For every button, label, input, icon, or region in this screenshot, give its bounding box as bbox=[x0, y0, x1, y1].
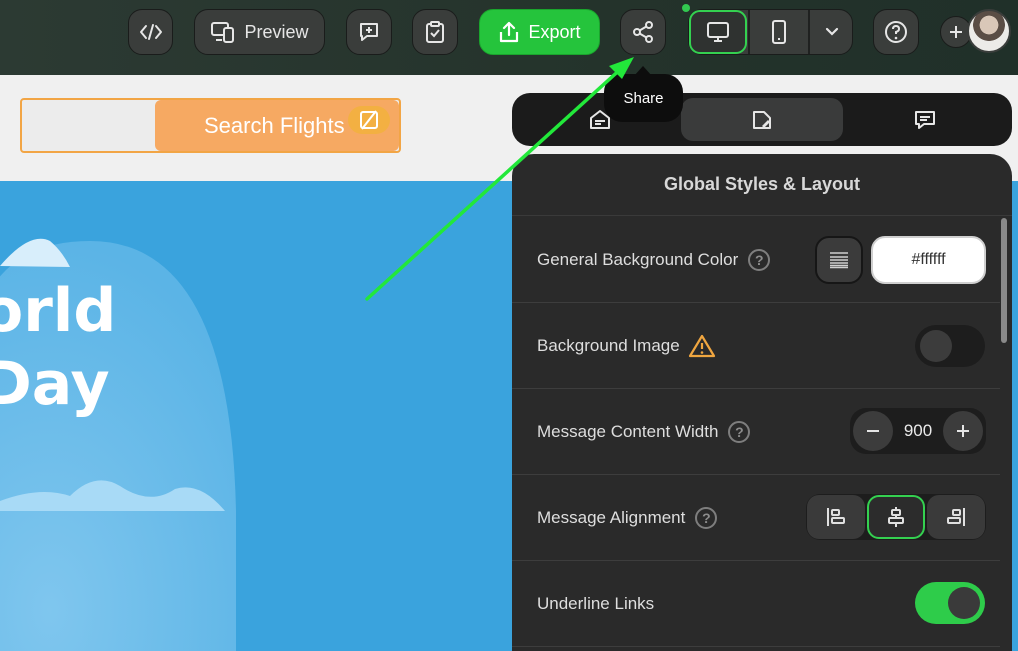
minus-icon bbox=[867, 430, 879, 432]
panel-title: Global Styles & Layout bbox=[512, 154, 1012, 216]
tab-comments[interactable] bbox=[843, 98, 1007, 141]
chevron-down-icon bbox=[825, 27, 839, 36]
export-icon bbox=[500, 21, 519, 43]
help-icon[interactable]: ? bbox=[748, 249, 771, 271]
align-right-icon bbox=[947, 508, 965, 526]
top-toolbar: Preview Export bbox=[0, 0, 1018, 75]
preview-label: Preview bbox=[244, 21, 309, 42]
add-comment-button[interactable] bbox=[346, 9, 392, 55]
align-left-button[interactable] bbox=[807, 495, 865, 539]
plus-icon bbox=[950, 26, 962, 38]
align-left-icon bbox=[827, 508, 845, 526]
divider bbox=[808, 10, 810, 54]
row-label-alignment: Message Alignment ? bbox=[537, 475, 718, 561]
row-label-bg-color: General Background Color ? bbox=[537, 217, 771, 303]
status-dot bbox=[682, 4, 690, 12]
gradient-lines-icon bbox=[830, 252, 848, 269]
background-image-toggle[interactable] bbox=[915, 325, 985, 367]
underline-links-toggle[interactable] bbox=[915, 582, 985, 624]
color-picker-button[interactable] bbox=[815, 236, 863, 284]
global-styles-panel: Global Styles & Layout General Backgroun… bbox=[512, 154, 1012, 651]
code-icon bbox=[139, 24, 162, 40]
panel-tab-bar bbox=[512, 93, 1012, 146]
share-button[interactable] bbox=[620, 9, 666, 55]
increment-button[interactable] bbox=[943, 411, 983, 451]
desktop-view-button[interactable] bbox=[689, 10, 747, 54]
warning-icon bbox=[688, 334, 715, 358]
devices-icon bbox=[211, 22, 235, 43]
content-width-label: Message Content Width bbox=[537, 422, 719, 441]
export-button[interactable]: Export bbox=[479, 9, 600, 55]
comment-lines-icon bbox=[915, 110, 935, 129]
alignment-label: Message Alignment bbox=[537, 508, 686, 527]
decrement-button[interactable] bbox=[853, 411, 893, 451]
hidden-on-mobile-badge[interactable] bbox=[348, 106, 390, 134]
mobile-icon bbox=[772, 20, 786, 44]
content-width-stepper: 900 bbox=[850, 408, 986, 454]
hero-headline-line2: Day bbox=[0, 349, 110, 419]
tab-styles[interactable] bbox=[681, 98, 843, 141]
plus-icon bbox=[957, 425, 969, 437]
comment-plus-icon bbox=[360, 23, 378, 41]
slash-square-icon bbox=[360, 110, 378, 130]
paint-icon bbox=[753, 110, 771, 129]
search-flights-label: Search Flights bbox=[204, 112, 345, 138]
align-center-button[interactable] bbox=[867, 495, 925, 539]
content-width-value[interactable]: 900 bbox=[896, 408, 940, 454]
alignment-button-group bbox=[806, 494, 986, 540]
divider bbox=[748, 10, 750, 54]
toggle-knob bbox=[948, 587, 980, 619]
row-label-bg-image: Background Image bbox=[537, 303, 716, 389]
row-label-content-width: Message Content Width ? bbox=[537, 389, 751, 475]
clipboard-check-icon bbox=[426, 21, 444, 43]
hero-headline-line1: orld bbox=[0, 276, 117, 346]
align-center-icon bbox=[888, 507, 904, 527]
checklist-button[interactable] bbox=[412, 9, 458, 55]
help-button[interactable] bbox=[873, 9, 919, 55]
panel-scrollbar[interactable] bbox=[1001, 218, 1007, 343]
help-icon[interactable]: ? bbox=[728, 421, 751, 443]
preview-button[interactable]: Preview bbox=[194, 9, 325, 55]
help-icon[interactable]: ? bbox=[695, 507, 718, 529]
desktop-icon bbox=[707, 22, 729, 42]
device-toggle-group bbox=[688, 9, 853, 55]
row-label-underline: Underline Links bbox=[537, 561, 654, 647]
avatar[interactable] bbox=[967, 9, 1011, 53]
bg-color-input[interactable]: #ffffff bbox=[871, 236, 986, 284]
code-view-button[interactable] bbox=[128, 9, 173, 55]
underline-label: Underline Links bbox=[537, 594, 655, 613]
export-label: Export bbox=[528, 21, 581, 42]
bg-image-label: Background Image bbox=[537, 336, 680, 355]
toggle-knob bbox=[920, 330, 952, 362]
mobile-view-button[interactable] bbox=[751, 10, 807, 54]
align-right-button[interactable] bbox=[927, 495, 985, 539]
help-icon bbox=[885, 21, 907, 43]
device-dropdown-button[interactable] bbox=[811, 10, 853, 54]
share-icon bbox=[633, 21, 653, 43]
bg-color-label: General Background Color bbox=[537, 250, 739, 269]
share-tooltip: Share bbox=[604, 74, 683, 122]
